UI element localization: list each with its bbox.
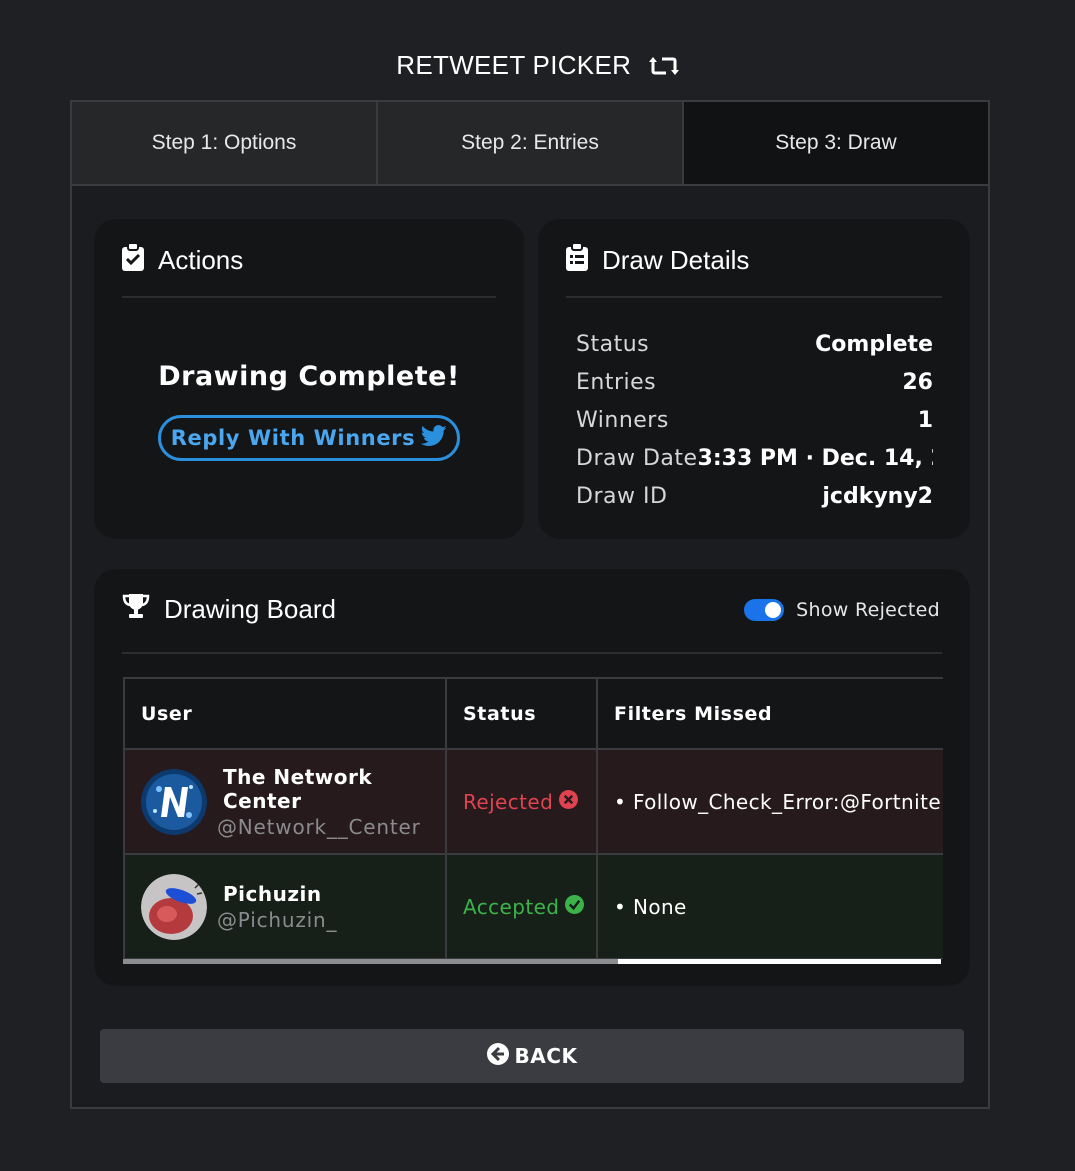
avatar — [141, 768, 207, 835]
app-title: RETWEET PICKER — [0, 50, 1075, 84]
reply-with-winners-button[interactable]: Reply With Winners — [158, 415, 460, 461]
user-name: The Network Center — [223, 764, 373, 813]
picker-frame: Step 1: Options Step 2: Entries Step 3: … — [70, 100, 990, 1109]
detail-row-entries: Entries 26 — [576, 363, 933, 401]
filters-cell: • Follow_Check_Error:@Fortnite — [597, 748, 943, 855]
toggle-knob — [765, 602, 782, 618]
status-badge: Rejected — [463, 789, 595, 814]
trophy-icon — [122, 593, 164, 626]
step-tabs: Step 1: Options Step 2: Entries Step 3: … — [72, 102, 988, 186]
divider — [566, 296, 942, 298]
status-text: Rejected — [463, 789, 554, 814]
drawing-board-title-text: Drawing Board — [164, 594, 336, 624]
divider — [122, 652, 942, 654]
back-button-label: BACK — [514, 1044, 578, 1068]
status-badge: Accepted — [463, 894, 595, 919]
user-cell: The Network Center @Network__Center — [125, 748, 447, 855]
actions-title-text: Actions — [158, 245, 244, 275]
tab-step-1[interactable]: Step 1: Options — [72, 102, 378, 184]
back-button[interactable]: BACK — [100, 1029, 964, 1083]
show-rejected-toggle[interactable] — [744, 599, 785, 621]
detail-value: 3:33 PM · Dec. 14, 2 — [697, 445, 933, 471]
column-header-filters: Filters Missed — [597, 677, 943, 750]
draw-details-title-text: Draw Details — [602, 245, 750, 275]
clipboard-list-icon — [566, 242, 602, 278]
show-rejected-control: Show Rejected — [744, 599, 940, 621]
divider — [122, 296, 496, 298]
actions-title: Actions — [122, 242, 244, 278]
detail-value: 26 — [902, 369, 933, 395]
tab-step-2[interactable]: Step 2: Entries — [378, 102, 684, 184]
detail-row-draw-id: Draw ID jcdkyny2 — [576, 477, 933, 515]
table-header-row: User Status Filters Missed — [125, 677, 943, 750]
filter-missed-text: • None — [614, 894, 687, 919]
drawing-board-title: Drawing Board — [122, 593, 336, 626]
table-horizontal-scrollbar[interactable] — [123, 959, 941, 964]
entries-table-wrap: User Status Filters Missed The Network C… — [123, 677, 943, 959]
filters-cell: • None — [597, 853, 943, 959]
avatar — [141, 873, 207, 940]
user-handle[interactable]: @Pichuzin_ — [217, 908, 337, 932]
detail-key: Draw Date — [576, 445, 698, 471]
drawing-board-card: Drawing Board Show Rejected User Status … — [94, 569, 970, 986]
status-cell: Accepted — [446, 853, 598, 959]
tab-step-3[interactable]: Step 3: Draw — [684, 102, 988, 184]
detail-key: Status — [576, 331, 650, 357]
draw-details-card: Draw Details Status Complete Entries 26 … — [538, 219, 970, 539]
detail-key: Draw ID — [576, 483, 668, 509]
detail-row-winners: Winners 1 — [576, 401, 933, 439]
actions-card: Actions Drawing Complete! Reply With Win… — [94, 219, 524, 539]
filter-missed-text: • Follow_Check_Error:@Fortnite — [614, 789, 942, 814]
arrow-left-circle-icon — [486, 1042, 515, 1070]
entries-table: User Status Filters Missed The Network C… — [125, 677, 943, 959]
detail-value: 1 — [917, 407, 933, 433]
detail-value: jcdkyny2 — [822, 483, 933, 509]
user-handle[interactable]: @Network__Center — [217, 815, 444, 839]
table-row: The Network Center @Network__Center Reje… — [125, 748, 943, 855]
twitter-bird-icon — [415, 424, 447, 452]
x-circle-icon — [553, 789, 579, 814]
retweet-icon — [648, 53, 679, 84]
column-header-status: Status — [446, 677, 598, 750]
draw-details-title: Draw Details — [566, 242, 750, 278]
show-rejected-label: Show Rejected — [796, 599, 940, 621]
detail-key: Entries — [576, 369, 657, 395]
check-circle-icon — [559, 894, 585, 919]
detail-row-draw-date: Draw Date 3:33 PM · Dec. 14, 2 — [576, 439, 933, 477]
clipboard-check-icon — [122, 242, 158, 278]
table-row: Pichuzin @Pichuzin_ Accepted • None — [125, 853, 943, 959]
status-cell: Rejected — [446, 748, 598, 855]
detail-row-status: Status Complete — [576, 325, 933, 363]
user-cell: Pichuzin @Pichuzin_ — [125, 853, 447, 959]
drawing-complete-message: Drawing Complete! — [158, 361, 460, 392]
app-title-text: RETWEET PICKER — [396, 50, 632, 80]
detail-key: Winners — [576, 407, 669, 433]
column-header-user: User — [125, 677, 447, 750]
status-text: Accepted — [463, 894, 560, 919]
details-table: Status Complete Entries 26 Winners 1 Dra… — [576, 325, 933, 515]
detail-value: Complete — [815, 331, 933, 357]
user-name: Pichuzin — [223, 881, 322, 906]
scrollbar-thumb[interactable] — [123, 959, 618, 964]
reply-button-label: Reply With Winners — [170, 426, 416, 450]
